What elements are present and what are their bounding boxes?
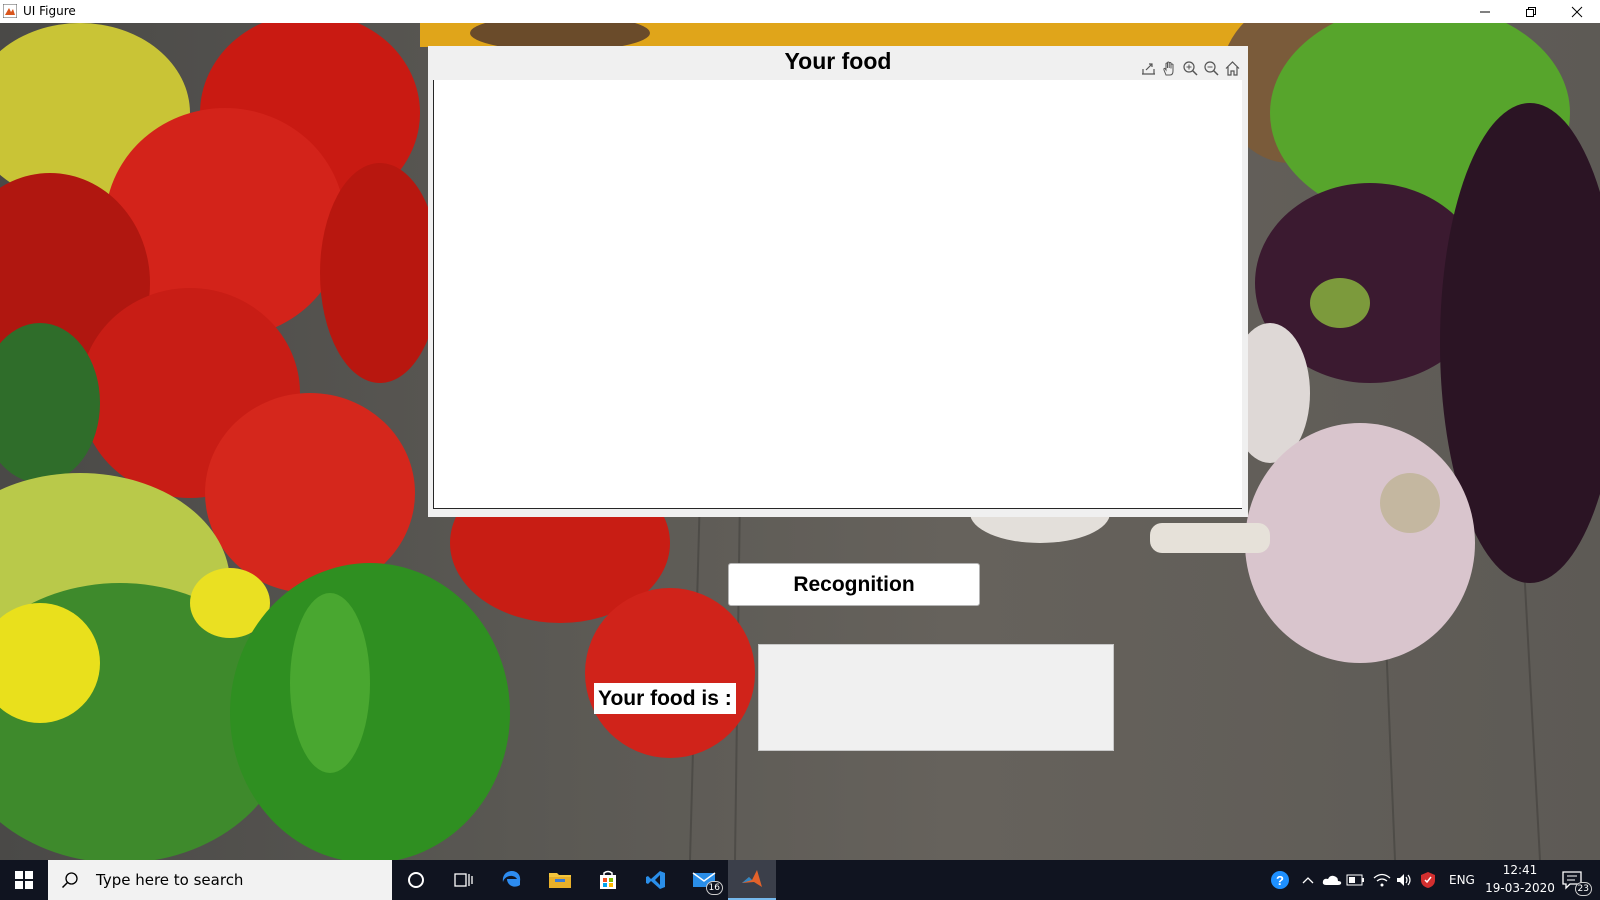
minimize-button[interactable]: [1462, 0, 1508, 23]
task-view-icon: [454, 873, 473, 887]
result-label: Your food is :: [594, 683, 736, 714]
windows-taskbar: Type here to search 16 ? ENG 12:41 19-03…: [0, 860, 1600, 900]
cortana-icon: [408, 872, 424, 888]
close-button[interactable]: [1554, 0, 1600, 23]
show-hidden-icons-chevron-icon[interactable]: [1298, 870, 1318, 890]
mail-badge: 16: [705, 881, 723, 895]
matlab-icon: [742, 870, 762, 887]
store-button[interactable]: [584, 860, 632, 900]
cortana-button[interactable]: [392, 860, 440, 900]
edge-taskbar-button[interactable]: [488, 860, 536, 900]
axes-title: Your food: [784, 48, 892, 74]
close-icon: [1571, 6, 1583, 17]
battery-icon[interactable]: [1346, 870, 1366, 890]
start-button[interactable]: [0, 860, 48, 900]
window-titlebar: UI Figure: [0, 0, 1600, 23]
zoom-out-icon[interactable]: [1202, 59, 1221, 78]
restore-icon: [1526, 6, 1536, 17]
result-output-field[interactable]: [758, 644, 1114, 751]
zoom-in-icon[interactable]: [1181, 59, 1200, 78]
windows-logo-icon: [15, 871, 33, 889]
help-icon[interactable]: ?: [1270, 870, 1290, 890]
task-view-button[interactable]: [440, 860, 488, 900]
matlab-app-icon: [3, 4, 17, 18]
window-title: UI Figure: [23, 4, 76, 18]
axes-panel: Your food: [428, 46, 1248, 517]
store-icon: [600, 870, 616, 889]
notification-count-badge: 23: [1574, 882, 1592, 896]
search-placeholder: Type here to search: [96, 871, 244, 889]
language-indicator[interactable]: ENG: [1449, 873, 1475, 887]
axes-toolbar: [1139, 59, 1242, 78]
visual-studio-code-button[interactable]: [632, 860, 680, 900]
home-icon[interactable]: [1223, 59, 1242, 78]
minimize-icon: [1480, 11, 1490, 12]
edge-icon: [502, 871, 521, 887]
recognition-button[interactable]: Recognition: [728, 563, 980, 606]
svg-text:?: ?: [1276, 873, 1284, 888]
restore-button[interactable]: [1508, 0, 1554, 23]
pan-icon[interactable]: [1160, 59, 1179, 78]
wifi-icon[interactable]: [1372, 870, 1392, 890]
visual-studio-code-icon: [646, 871, 665, 889]
action-center-button[interactable]: 23: [1560, 870, 1592, 896]
clock-time[interactable]: 12:41: [1500, 863, 1540, 877]
export-icon[interactable]: [1139, 59, 1158, 78]
search-icon: [60, 870, 80, 890]
onedrive-cloud-icon[interactable]: [1322, 870, 1342, 890]
defender-shield-icon[interactable]: [1418, 870, 1438, 890]
file-explorer-button[interactable]: [536, 860, 584, 900]
volume-icon[interactable]: [1394, 870, 1414, 890]
image-axes[interactable]: [433, 80, 1242, 509]
file-explorer-icon: [549, 873, 571, 888]
taskbar-search-box[interactable]: Type here to search: [48, 860, 392, 900]
matlab-button[interactable]: [728, 860, 776, 900]
clock-date[interactable]: 19-03-2020: [1483, 881, 1557, 895]
mail-button[interactable]: 16: [680, 860, 728, 900]
